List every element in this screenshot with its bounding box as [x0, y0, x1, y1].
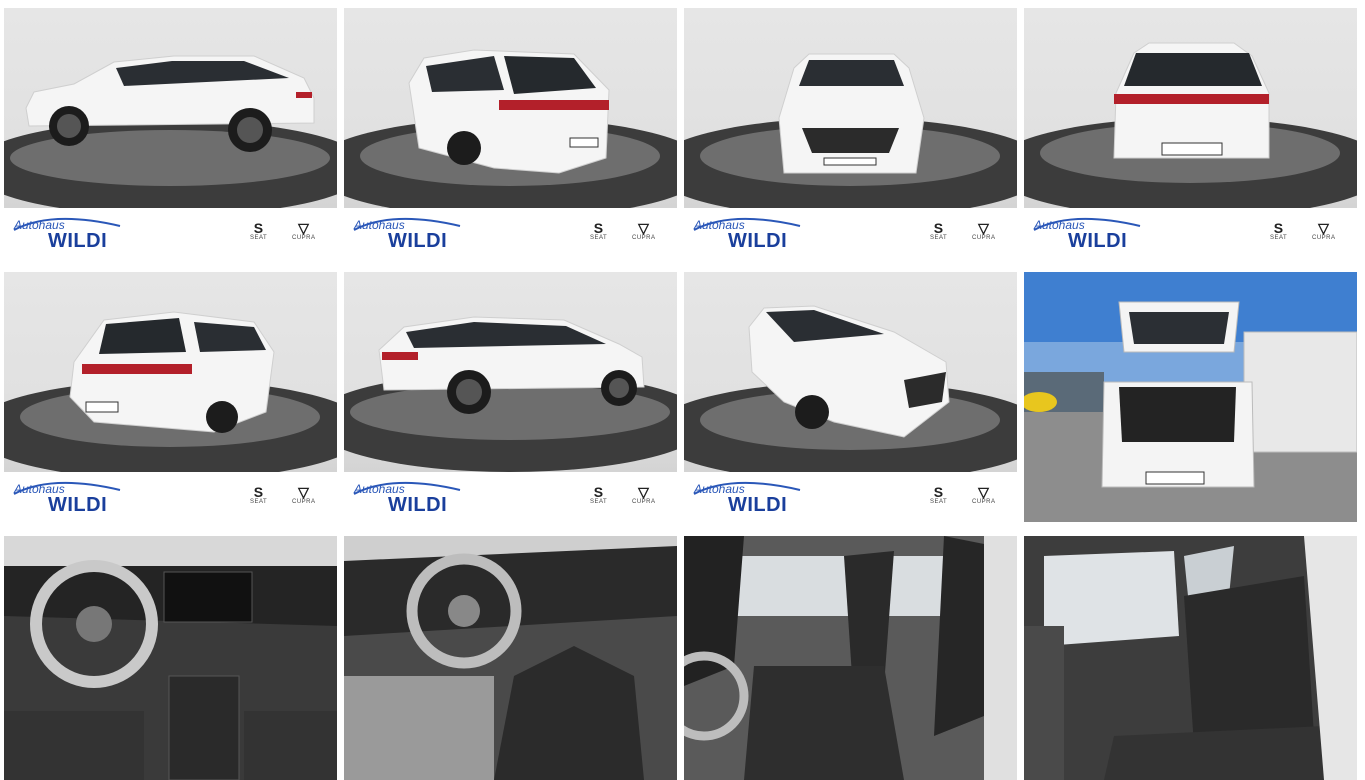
seat-logo: S SEAT	[1270, 221, 1287, 241]
dealer-logo-bar: Autohaus WILDI S SEAT ▽ CUPRA	[684, 208, 1017, 258]
cupra-emblem-icon: ▽	[638, 484, 650, 500]
cupra-label: CUPRA	[632, 235, 656, 241]
seat-s-icon: S	[253, 484, 264, 500]
gallery-photo-dashboard[interactable]	[4, 536, 337, 780]
car-image	[4, 311, 337, 472]
cupra-logo: ▽ CUPRA	[1312, 221, 1336, 241]
cupra-logo: ▽ CUPRA	[632, 485, 656, 505]
seat-s-icon: S	[253, 220, 264, 236]
dealer-name: WILDI	[1068, 230, 1128, 252]
cupra-emblem-icon: ▽	[978, 220, 990, 236]
gallery-photo-driver-seat[interactable]	[344, 536, 677, 780]
seat-logo: S SEAT	[930, 485, 947, 505]
cupra-logo: ▽ CUPRA	[632, 221, 656, 241]
cupra-logo: ▽ CUPRA	[972, 485, 996, 505]
seat-label: SEAT	[930, 235, 948, 241]
seat-label: SEAT	[930, 499, 948, 505]
seat-s-icon: S	[933, 220, 944, 236]
seat-label: SEAT	[1270, 235, 1288, 241]
seat-logo: S SEAT	[250, 221, 267, 241]
car-image	[344, 316, 677, 472]
dealer-logo-bar: Autohaus WILDI S SEAT ▽ CUPRA	[684, 472, 1017, 522]
gallery-photo-rear-three-quarter[interactable]: Autohaus WILDI S SEAT ▽ CUPRA	[344, 8, 677, 258]
gallery-photo-open-trunk[interactable]	[1024, 272, 1357, 522]
gallery-photo-front-view[interactable]: Autohaus WILDI S SEAT ▽ CUPRA	[684, 8, 1017, 258]
seat-label: SEAT	[250, 499, 268, 505]
car-image	[344, 49, 677, 208]
dashboard-image	[4, 536, 337, 780]
driver-seat-image	[344, 536, 677, 780]
dealer-name: WILDI	[48, 494, 108, 516]
dealer-name: WILDI	[388, 230, 448, 252]
seat-label: SEAT	[590, 499, 608, 505]
cupra-label: CUPRA	[292, 235, 316, 241]
cupra-label: CUPRA	[632, 499, 656, 505]
cupra-logo: ▽ CUPRA	[292, 485, 316, 505]
car-image	[4, 55, 337, 208]
cupra-logo: ▽ CUPRA	[292, 221, 316, 241]
photo-gallery: Autohaus WILDI S SEAT ▽ CUPRA Autohaus WIL…	[4, 8, 1357, 780]
gallery-photo-front-three-quarter[interactable]: Autohaus WILDI S SEAT ▽ CUPRA	[684, 272, 1017, 522]
dealer-logo-bar: Autohaus WILDI S SEAT ▽ CUPRA	[344, 208, 677, 258]
cupra-label: CUPRA	[292, 499, 316, 505]
gallery-photo-side-view[interactable]: Autohaus WILDI S SEAT ▽ CUPRA	[4, 8, 337, 258]
gallery-photo-front-seats[interactable]	[684, 536, 1017, 780]
seat-logo: S SEAT	[250, 485, 267, 505]
seat-s-icon: S	[933, 484, 944, 500]
seat-s-icon: S	[593, 484, 604, 500]
dealer-logo-bar: Autohaus WILDI S SEAT ▽ CUPRA	[344, 472, 677, 522]
cupra-emblem-icon: ▽	[638, 220, 650, 236]
seat-logo: S SEAT	[930, 221, 947, 241]
cupra-emblem-icon: ▽	[298, 220, 310, 236]
gallery-photo-rear-view[interactable]: Autohaus WILDI S SEAT ▽ CUPRA	[1024, 8, 1357, 258]
seat-logo: S SEAT	[590, 221, 607, 241]
dealer-logo-bar: Autohaus WILDI S SEAT ▽ CUPRA	[1024, 208, 1357, 258]
dealer-name: WILDI	[728, 230, 788, 252]
trunk-outdoor-image	[1024, 272, 1357, 522]
dealer-name: WILDI	[388, 494, 448, 516]
dealer-name: WILDI	[48, 230, 108, 252]
gallery-photo-rear-seats[interactable]	[1024, 536, 1357, 780]
seat-label: SEAT	[250, 235, 268, 241]
seat-s-icon: S	[1273, 220, 1284, 236]
gallery-photo-side-right[interactable]: Autohaus WILDI S SEAT ▽ CUPRA	[344, 272, 677, 522]
car-image	[1024, 42, 1357, 208]
car-image	[684, 53, 1017, 208]
front-seats-image	[684, 536, 1017, 780]
seat-logo: S SEAT	[590, 485, 607, 505]
cupra-label: CUPRA	[1312, 235, 1336, 241]
gallery-photo-rear-right-three-quarter[interactable]: Autohaus WILDI S SEAT ▽ CUPRA	[4, 272, 337, 522]
dealer-logo-bar: Autohaus WILDI S SEAT ▽ CUPRA	[4, 208, 337, 258]
dealer-logo-bar: Autohaus WILDI S SEAT ▽ CUPRA	[4, 472, 337, 522]
rear-seats-image	[1024, 536, 1357, 780]
cupra-logo: ▽ CUPRA	[972, 221, 996, 241]
dealer-name: WILDI	[728, 494, 788, 516]
car-image	[684, 305, 1017, 472]
cupra-label: CUPRA	[972, 499, 996, 505]
cupra-emblem-icon: ▽	[298, 484, 310, 500]
seat-label: SEAT	[590, 235, 608, 241]
cupra-emblem-icon: ▽	[1318, 220, 1330, 236]
seat-s-icon: S	[593, 220, 604, 236]
cupra-emblem-icon: ▽	[978, 484, 990, 500]
cupra-label: CUPRA	[972, 235, 996, 241]
